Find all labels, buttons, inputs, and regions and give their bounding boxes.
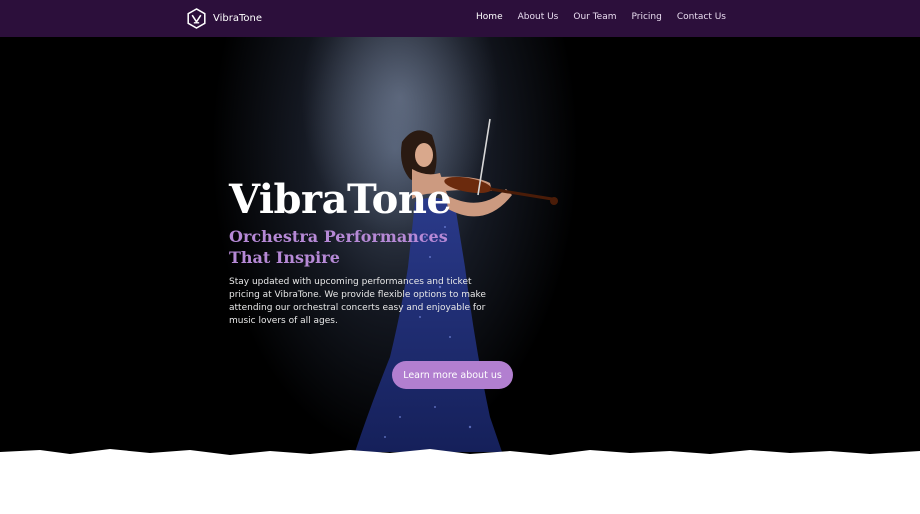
hero-content: VibraTone Orchestra Performances That In… xyxy=(229,177,519,328)
nav-contact-us[interactable]: Contact Us xyxy=(677,12,726,22)
torn-edge-divider xyxy=(0,449,920,466)
hero-description: Stay updated with upcoming performances … xyxy=(229,277,486,326)
brand[interactable]: VibraTone xyxy=(186,8,262,29)
nav-about-us[interactable]: About Us xyxy=(518,12,559,22)
hero-subtitle: Orchestra Performances That Inspire xyxy=(229,227,448,267)
brand-name: VibraTone xyxy=(213,13,263,24)
vibratone-logo-icon xyxy=(187,8,206,29)
site-header: VibraTone Home About Us Our Team Pricing… xyxy=(0,0,920,37)
hero-section: VibraTone Orchestra Performances That In… xyxy=(0,37,920,457)
hero-title: VibraTone xyxy=(229,176,452,223)
nav-our-team[interactable]: Our Team xyxy=(573,12,616,22)
learn-more-button[interactable]: Learn more about us xyxy=(392,361,513,389)
main-nav: Home About Us Our Team Pricing Contact U… xyxy=(476,12,726,22)
nav-home[interactable]: Home xyxy=(476,12,503,22)
nav-pricing[interactable]: Pricing xyxy=(632,12,662,22)
